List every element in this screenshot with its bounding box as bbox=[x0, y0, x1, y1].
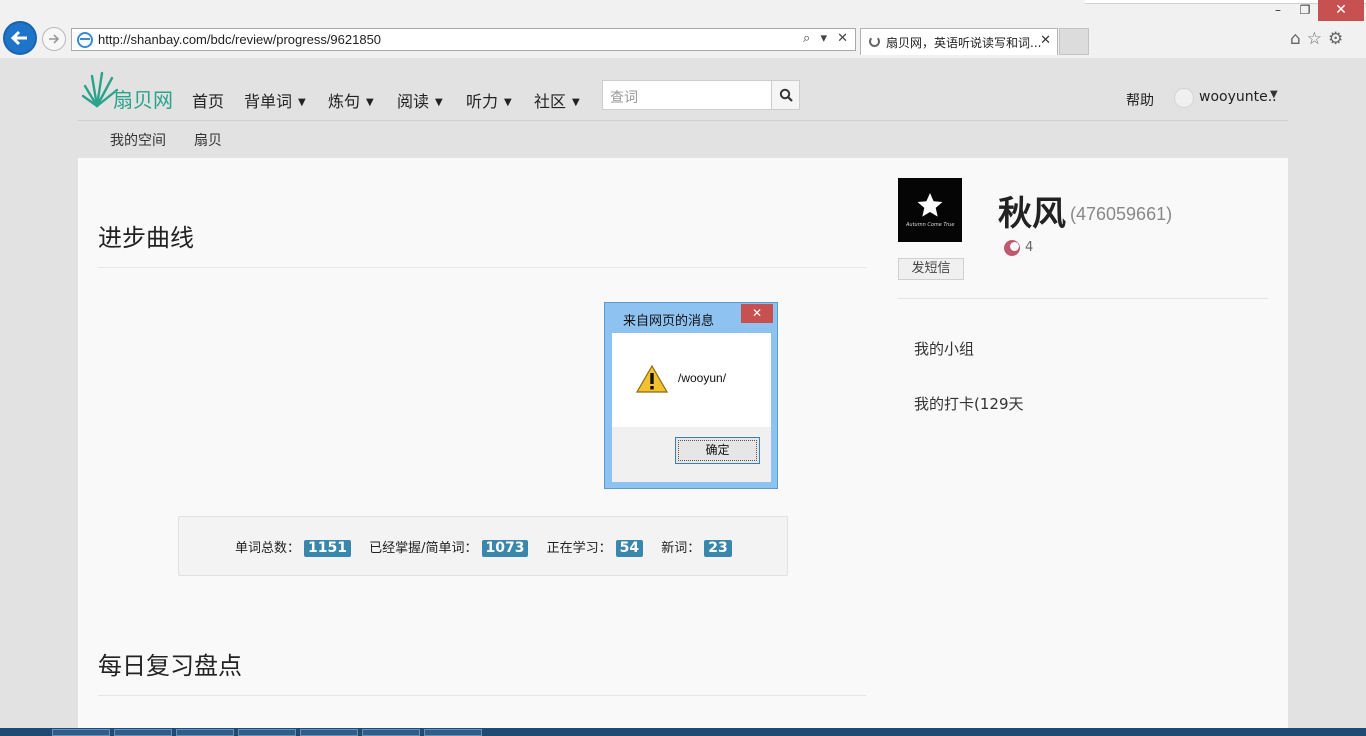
taskbar-app[interactable] bbox=[176, 729, 234, 736]
sidebar-divider bbox=[898, 298, 1268, 299]
address-bar[interactable]: http://shanbay.com/bdc/review/progress/9… bbox=[71, 28, 856, 51]
site-logo[interactable]: 扇贝网 bbox=[79, 70, 189, 114]
total-badge: 1151 bbox=[304, 540, 351, 557]
dialog-footer: 确定 bbox=[612, 427, 771, 482]
stats-row: 单词总数： 1151 已经掌握/简单词： 1073 正在学习： 54 新词： 23 bbox=[235, 537, 746, 557]
nav-words-label: 背单词 bbox=[244, 92, 293, 111]
url-text[interactable]: http://shanbay.com/bdc/review/progress/9… bbox=[98, 32, 381, 47]
tab-close-icon[interactable]: ✕ bbox=[1040, 33, 1051, 48]
ok-button[interactable]: 确定 bbox=[675, 437, 760, 464]
user-name: wooyunte.. bbox=[1199, 89, 1277, 105]
taskbar-app[interactable] bbox=[238, 729, 296, 736]
subnav-my-space[interactable]: 我的空间 bbox=[110, 130, 166, 150]
chevron-down-icon: ▼ bbox=[504, 97, 512, 108]
taskbar-app[interactable] bbox=[424, 729, 482, 736]
profile-avatar[interactable]: Autumn Come True bbox=[898, 178, 962, 242]
chevron-down-icon: ▼ bbox=[298, 97, 306, 108]
dialog-message: /wooyun/ bbox=[678, 371, 727, 385]
section-divider bbox=[98, 267, 866, 268]
browser-tab[interactable]: 扇贝网，英语听说读写和词... ✕ bbox=[860, 28, 1058, 55]
dialog-close-button[interactable]: ✕ bbox=[741, 304, 773, 323]
taskbar bbox=[0, 728, 1366, 736]
taskbar-app[interactable] bbox=[114, 729, 172, 736]
nav-listening-label: 听力 bbox=[466, 92, 499, 111]
avatar-caption: Autumn Come True bbox=[906, 222, 955, 228]
learning-badge: 54 bbox=[615, 540, 644, 557]
profile-level: 4 bbox=[1025, 240, 1034, 255]
ie-page-icon bbox=[77, 32, 93, 48]
taskbar-app[interactable] bbox=[362, 729, 420, 736]
new-label: 新词： bbox=[661, 541, 701, 556]
nav-sentences-label: 炼句 bbox=[328, 92, 361, 111]
daily-review-title: 每日复习盘点 bbox=[98, 652, 242, 680]
word-stats-panel: 单词总数： 1151 已经掌握/简单词： 1073 正在学习： 54 新词： 23 bbox=[178, 516, 788, 576]
star-icon bbox=[917, 193, 943, 217]
nav-reading[interactable]: 阅读 ▼ bbox=[397, 88, 443, 112]
profile-id: (476059661) bbox=[1070, 204, 1173, 224]
nav-words[interactable]: 背单词 ▼ bbox=[244, 88, 306, 112]
dialog-body: /wooyun/ bbox=[612, 333, 771, 427]
restore-button[interactable]: ❐ bbox=[1292, 0, 1318, 21]
nav-listening[interactable]: 听力 ▼ bbox=[466, 88, 512, 112]
chevron-down-icon: ▼ bbox=[572, 97, 580, 108]
nav-reading-label: 阅读 bbox=[397, 92, 430, 111]
forward-button[interactable] bbox=[42, 27, 66, 51]
learning-label: 正在学习： bbox=[546, 541, 612, 556]
browser-chrome: http://shanbay.com/bdc/review/progress/9… bbox=[0, 0, 1366, 58]
subnav-shanbay[interactable]: 扇贝 bbox=[194, 130, 222, 150]
taskbar-app[interactable] bbox=[300, 729, 358, 736]
chevron-down-icon: ▼ bbox=[366, 97, 374, 108]
back-button[interactable] bbox=[3, 21, 37, 55]
moon-level-icon bbox=[1004, 240, 1020, 256]
nav-community-label: 社区 bbox=[534, 92, 567, 111]
mastered-badge: 1073 bbox=[481, 540, 529, 557]
total-label: 单词总数： bbox=[235, 541, 301, 556]
chevron-down-icon: ▼ bbox=[1270, 89, 1278, 100]
my-groups-link[interactable]: 我的小组 bbox=[914, 338, 974, 359]
loading-spinner-icon bbox=[869, 36, 880, 47]
window-close-button[interactable]: ✕ bbox=[1318, 0, 1364, 21]
word-search-input[interactable]: 查词 bbox=[602, 80, 772, 110]
warning-icon bbox=[636, 365, 668, 393]
nav-sentences[interactable]: 炼句 ▼ bbox=[328, 88, 374, 112]
home-favorites-settings-icons[interactable]: ⌂☆⚙ bbox=[1290, 29, 1349, 49]
forward-arrow-icon bbox=[49, 34, 60, 44]
send-message-button[interactable]: 发短信 bbox=[898, 258, 964, 280]
section-divider bbox=[98, 695, 866, 696]
progress-title: 进步曲线 bbox=[98, 224, 194, 252]
help-link[interactable]: 帮助 bbox=[1126, 90, 1154, 110]
nav-home[interactable]: 首页 bbox=[192, 88, 224, 112]
profile-name: 秋风 bbox=[998, 194, 1066, 234]
dialog-title: 来自网页的消息 bbox=[623, 314, 715, 329]
new-badge: 23 bbox=[704, 540, 732, 557]
new-tab-button[interactable] bbox=[1059, 28, 1089, 55]
address-tools-icons[interactable]: ⌕ ▾ ✕ bbox=[803, 31, 851, 46]
search-button[interactable] bbox=[771, 80, 800, 110]
minimize-button[interactable]: – bbox=[1264, 0, 1292, 21]
alert-dialog: 来自网页的消息 ✕ /wooyun/ 确定 bbox=[604, 302, 778, 489]
my-checkin-link[interactable]: 我的打卡(129天 bbox=[914, 393, 1023, 414]
taskbar-app[interactable] bbox=[52, 729, 110, 736]
back-arrow-icon bbox=[11, 30, 27, 46]
logo-text: 扇贝网 bbox=[113, 88, 173, 112]
nav-community[interactable]: 社区 ▼ bbox=[534, 88, 580, 112]
search-icon bbox=[779, 88, 793, 102]
nav-divider bbox=[78, 120, 1288, 121]
tab-title: 扇贝网，英语听说读写和词... bbox=[886, 36, 1042, 50]
mastered-label: 已经掌握/简单词： bbox=[369, 541, 478, 556]
user-avatar bbox=[1174, 88, 1194, 108]
chevron-down-icon: ▼ bbox=[435, 97, 443, 108]
